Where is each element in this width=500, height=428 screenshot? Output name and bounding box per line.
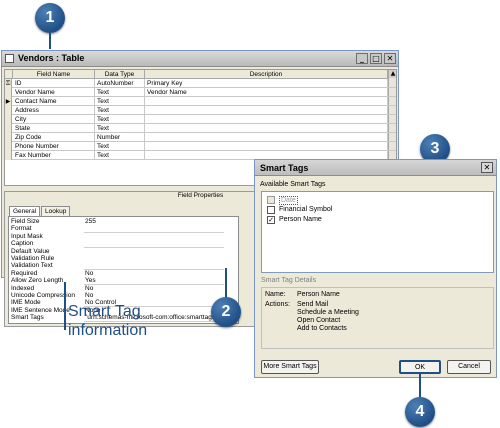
tab-lookup[interactable]: Lookup [41,206,71,216]
field-name-cell[interactable]: Address [13,106,95,115]
minimize-button[interactable]: _ [356,53,368,64]
callout-4: 4 [405,397,435,427]
field-name-cell[interactable]: Vendor Name [13,88,95,97]
tab-general[interactable]: General [9,206,41,216]
row-selector[interactable] [5,106,12,115]
row-selector[interactable] [5,124,12,133]
callout-1: 1 [35,3,65,33]
callout-1-line [49,33,51,49]
data-type-cell[interactable]: Text [95,106,145,115]
data-type-cell[interactable]: Text [95,97,145,106]
name-value: Person Name [297,291,340,298]
row-selector-header [5,70,13,79]
table-row[interactable]: Vendor Name Text Vendor Name [5,88,396,97]
row-selector[interactable] [5,133,12,142]
current-row-pointer-icon[interactable]: ▶ [5,97,12,106]
row-selector[interactable] [5,115,12,124]
data-type-cell[interactable]: Text [95,142,145,151]
table-row[interactable]: ▶ Contact Name Text [5,97,396,106]
annotation-line [64,282,66,330]
table-row[interactable]: Zip Code Number [5,133,396,142]
smart-tag-label[interactable]: Date [279,196,298,205]
smart-tag-label[interactable]: Financial Symbol [279,205,332,214]
close-button[interactable]: ✕ [384,53,396,64]
field-name-cell[interactable]: State [13,124,95,133]
action-item: Schedule a Meeting [297,309,359,316]
smart-tag-checkbox[interactable] [267,206,275,214]
data-type-cell[interactable]: Number [95,133,145,142]
smart-tags-dialog: Smart Tags ✕ Available Smart Tags Date Fi… [254,159,497,378]
description-cell[interactable]: Vendor Name [145,88,388,97]
description-cell[interactable] [145,133,388,142]
more-smart-tags-button[interactable]: More Smart Tags [261,360,319,374]
smart-tag-checkbox[interactable]: ✓ [267,216,275,224]
data-type-cell[interactable]: Text [95,115,145,124]
dialog-close-button[interactable]: ✕ [481,162,493,173]
field-name-cell[interactable]: Fax Number [13,151,95,160]
table-window-titlebar[interactable]: Vendors : Table _ □ ✕ [2,51,398,67]
table-row[interactable]: City Text [5,115,396,124]
description-cell[interactable] [145,115,388,124]
callout-4-line [419,374,421,398]
annotation-line-2: information [68,322,148,339]
dialog-titlebar[interactable]: Smart Tags ✕ [255,160,496,176]
row-selector[interactable] [5,142,12,151]
cancel-button[interactable]: Cancel [447,360,491,374]
table-row[interactable]: Address Text [5,106,396,115]
action-item: Send Mail [297,301,329,308]
row-selector[interactable] [5,88,12,97]
column-header-data-type[interactable]: Data Type [95,70,145,79]
action-item: Add to Contacts [297,325,347,332]
table-row[interactable]: State Text [5,124,396,133]
smart-tag-label[interactable]: Person Name [279,215,322,224]
description-cell[interactable]: Primary Key [145,79,388,88]
dialog-title: Smart Tags [260,163,309,173]
field-name-cell[interactable]: Contact Name [13,97,95,106]
row-selector[interactable] [5,151,12,160]
smart-tag-details-group: Name: Person Name Actions: Send Mail Sche… [261,287,494,349]
callout-2: 2 [211,297,241,327]
property-label: Smart Tags [11,314,44,322]
action-item: Open Contact [297,317,341,324]
actions-label: Actions: [265,301,290,308]
table-row[interactable]: ⚿ ID AutoNumber Primary Key [5,79,396,88]
available-smart-tags-label: Available Smart Tags [260,181,326,188]
ok-button[interactable]: OK [399,360,441,374]
data-type-cell[interactable]: AutoNumber [95,79,145,88]
description-cell[interactable] [145,97,388,106]
data-type-cell[interactable]: Text [95,151,145,160]
field-name-cell[interactable]: Zip Code [13,133,95,142]
annotation-line-1: Smart Tag [68,303,141,320]
table-row[interactable]: Phone Number Text [5,142,396,151]
column-header-field-name[interactable]: Field Name [13,70,95,79]
field-name-cell[interactable]: ID [13,79,95,88]
table-icon [5,54,14,63]
smart-tag-checkbox[interactable] [267,196,275,204]
smart-tag-details-label: Smart Tag Details [261,277,317,284]
description-cell[interactable] [145,124,388,133]
description-cell[interactable] [145,106,388,115]
primary-key-icon[interactable]: ⚿ [5,79,12,88]
data-type-cell[interactable]: Text [95,88,145,97]
callout-2-line [225,268,227,298]
window-title: Vendors : Table [18,53,85,63]
maximize-button[interactable]: □ [370,53,382,64]
description-cell[interactable] [145,142,388,151]
name-label: Name: [265,291,286,298]
column-header-description[interactable]: Description [145,70,388,79]
data-type-cell[interactable]: Text [95,124,145,133]
annotation-text: Smart Tag information [68,302,147,340]
field-name-cell[interactable]: City [13,115,95,124]
field-name-cell[interactable]: Phone Number [13,142,95,151]
smart-tags-list[interactable]: Date Financial Symbol ✓ Person Name [261,191,494,273]
scroll-up-arrow[interactable]: ▲ [389,70,396,78]
